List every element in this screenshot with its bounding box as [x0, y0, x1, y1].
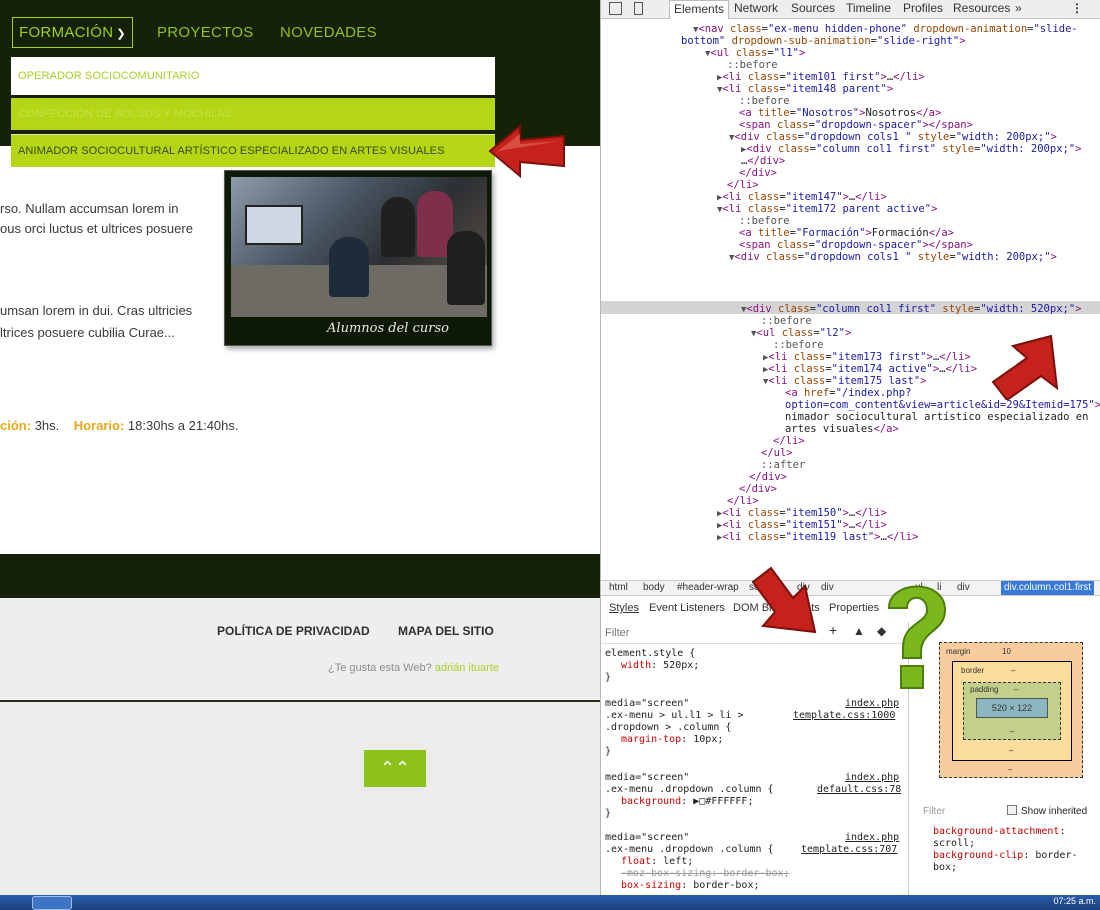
padding-label: padding	[970, 685, 999, 694]
padding-value[interactable]: –	[1014, 685, 1018, 694]
website-viewport: FORMACIÓN ❯ PROYECTOS NOVEDADES rso. Null…	[0, 0, 600, 895]
tab-elements[interactable]: Elements	[669, 0, 730, 19]
dropdown-item-animador[interactable]: ANIMADOR SOCIOCULTURAL ARTÍSTICO ESPECIA…	[11, 134, 495, 167]
credit-author-link[interactable]: adrián ituarte	[435, 662, 499, 674]
padding-bottom-value[interactable]: –	[1010, 727, 1014, 736]
devtools-panel: Elements Network Sources Timeline Profil…	[600, 0, 1100, 895]
back-to-top-button[interactable]: ⌃⌃	[364, 750, 426, 787]
styles-pane: + ▲ ◆ element.style { width: 520px; } me…	[601, 622, 909, 895]
border-bottom-value[interactable]: –	[1009, 746, 1013, 755]
course-schedule: ción: 3hs. Horario: 18:30hs a 21:40hs.	[0, 418, 239, 433]
taskbar-app-button[interactable]	[32, 896, 72, 910]
paragraph-text: rso. Nullam accumsan lorem in	[0, 201, 179, 216]
footer-link-privacidad[interactable]: POLÍTICA DE PRIVACIDAD	[217, 624, 370, 638]
box-model-padding: padding – 520 × 122 –	[963, 682, 1061, 740]
show-inherited-label: Show inherited	[1021, 806, 1088, 817]
paragraph-text: ous orci luctus et ultrices posuere	[0, 221, 193, 236]
computed-styles: Filter Show inherited background-attachm…	[923, 805, 1088, 873]
box-model-border: border – padding – 520 × 122 – –	[952, 661, 1072, 761]
duration-label: ción:	[0, 418, 32, 433]
paragraph-text: ltrices posuere cubilia Curae...	[0, 325, 175, 340]
nav-item-novedades[interactable]: NOVEDADES	[280, 24, 377, 41]
border-value[interactable]: –	[1011, 666, 1015, 675]
inspect-element-icon[interactable]	[609, 2, 622, 15]
breadcrumb-item[interactable]: div	[957, 582, 970, 593]
breadcrumb-item[interactable]: div	[821, 582, 834, 593]
nav-item-proyectos[interactable]: PROYECTOS	[157, 24, 254, 41]
breadcrumb-item[interactable]: body	[643, 582, 665, 593]
tab-timeline[interactable]: Timeline	[846, 0, 891, 19]
margin-bottom-value[interactable]: –	[1008, 765, 1012, 774]
duration-value: 3hs.	[34, 418, 60, 433]
breadcrumb: html body #header-wrap section div div u…	[601, 580, 1100, 596]
box-model-diagram: margin 10 border – padding – 520 × 122 –…	[939, 642, 1083, 778]
footer-link-mapa[interactable]: MAPA DEL SITIO	[398, 624, 494, 638]
margin-value[interactable]: 10	[1002, 647, 1011, 656]
pin-icon[interactable]: ▲	[853, 625, 865, 637]
box-model-content[interactable]: 520 × 122	[976, 698, 1048, 718]
more-tabs-button[interactable]: »	[1015, 0, 1022, 19]
formacion-dropdown: OPERADOR SOCIOCOMUNITARIO CONFECCIÓN DE …	[11, 57, 495, 167]
os-taskbar: 07:25 a.m.	[0, 895, 1100, 910]
breadcrumb-item[interactable]: #header-wrap	[677, 582, 739, 593]
schedule-value: 18:30hs a 21:40hs.	[127, 418, 239, 433]
course-photo[interactable]: Alumnos del curso	[224, 170, 492, 346]
add-style-rule-icon[interactable]: +	[829, 623, 837, 637]
tab-properties[interactable]: Properties	[829, 602, 879, 614]
nav-item-formacion[interactable]: FORMACIÓN ❯	[12, 17, 133, 48]
red-arrow-down-annotation	[751, 566, 817, 634]
nav-item-label: FORMACIÓN	[19, 24, 114, 41]
border-label: border	[961, 666, 985, 675]
double-chevron-up-icon: ⌃⌃	[379, 758, 411, 778]
tab-profiles[interactable]: Profiles	[903, 0, 943, 19]
chevron-down-icon: ❯	[116, 28, 126, 40]
show-inherited-checkbox[interactable]	[1007, 805, 1017, 815]
red-arrow-annotation	[488, 123, 565, 179]
photo-caption: Alumnos del curso	[327, 321, 449, 336]
breadcrumb-item[interactable]: html	[609, 582, 628, 593]
computed-filter-input[interactable]: Filter	[923, 806, 945, 818]
devtools-toolbar: Elements Network Sources Timeline Profil…	[601, 0, 1100, 19]
site-footer: POLÍTICA DE PRIVACIDAD MAPA DEL SITIO ¿T…	[0, 598, 600, 702]
tab-sources[interactable]: Sources	[791, 0, 835, 19]
tab-resources[interactable]: Resources	[953, 0, 1010, 19]
tab-event-listeners[interactable]: Event Listeners	[649, 602, 725, 614]
breadcrumb-item-selected[interactable]: div.column.col1.first	[1001, 581, 1095, 595]
tab-network[interactable]: Network	[734, 0, 778, 19]
students-photo	[231, 177, 487, 317]
kebab-menu-icon[interactable]: ⋮	[1071, 0, 1083, 19]
footer-band	[0, 554, 600, 598]
credit-text: ¿Te gusta esta Web?	[327, 662, 432, 674]
red-arrow-up-annotation	[991, 334, 1059, 400]
paragraph-text: umsan lorem in dui. Cras ultricies	[0, 303, 193, 318]
schedule-label: Horario:	[73, 418, 125, 433]
styles-subtabs: Styles Event Listeners DOM Breakpoints P…	[601, 598, 1100, 620]
device-mode-icon[interactable]	[634, 2, 643, 15]
dropdown-item-operador[interactable]: OPERADOR SOCIOCOMUNITARIO	[11, 57, 495, 95]
dropdown-item-confeccion[interactable]: CONFECCIÓN DE BOLSOS Y MOCHILAS	[11, 98, 495, 130]
system-clock: 07:25 a.m.	[1053, 896, 1096, 906]
tab-styles[interactable]: Styles	[609, 602, 639, 614]
question-mark-annotation	[887, 585, 947, 689]
dom-tree[interactable]: ▼<nav class="ex-menu hidden-phone" dropd…	[601, 20, 1100, 580]
footer-credit: ¿Te gusta esta Web? adrián ituarte	[328, 662, 499, 674]
